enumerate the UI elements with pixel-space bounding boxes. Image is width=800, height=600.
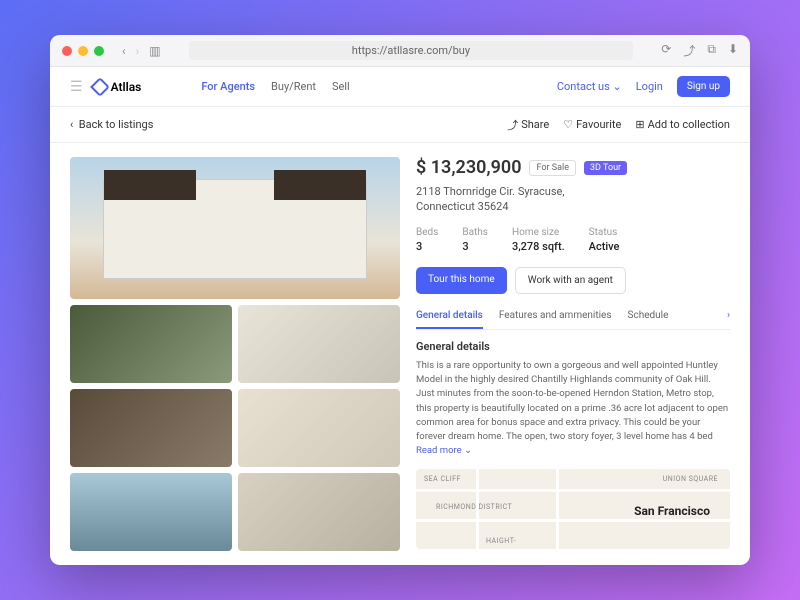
add-collection-button[interactable]: ⊞ Add to collection: [635, 117, 730, 133]
sub-bar: ‹ Back to listings ⤴ Share ♡ Favourite ⊞…: [50, 107, 750, 143]
favourite-button[interactable]: ♡ Favourite: [563, 117, 621, 133]
nav-for-agents[interactable]: For Agents: [201, 80, 255, 93]
listing-details: $ 13,230,900 For Sale 3D Tour 2118 Thorn…: [416, 157, 730, 551]
tab-features[interactable]: Features and ammenities: [499, 310, 612, 329]
map-neighborhood: RICHMOND DISTRICT: [436, 503, 512, 511]
stat-beds: Beds3: [416, 227, 438, 253]
thumbnail[interactable]: [70, 473, 232, 551]
thumbnail[interactable]: [238, 305, 400, 383]
map[interactable]: SEA CLIFF RICHMOND DISTRICT UNION SQUARE…: [416, 469, 730, 549]
address-line1: 2118 Thornridge Cir. Syracuse,: [416, 184, 730, 199]
traffic-lights: [62, 46, 104, 56]
price-row: $ 13,230,900 For Sale 3D Tour: [416, 157, 730, 178]
signup-button[interactable]: Sign up: [677, 76, 730, 97]
download-icon[interactable]: ⬇: [728, 42, 738, 59]
close-icon[interactable]: [62, 46, 72, 56]
map-neighborhood: HAIGHT-: [486, 537, 516, 545]
nav-buy-rent[interactable]: Buy/Rent: [271, 80, 316, 93]
detail-tabs: General details Features and ammenities …: [416, 310, 730, 330]
photo-gallery: [70, 157, 400, 551]
browser-window: ‹ › ▥ https://atllasre.com/buy ⟳ ⤴ ⧉ ⬇ ☰…: [50, 35, 750, 565]
logo[interactable]: Atllas: [93, 80, 142, 94]
stat-size: Home size3,278 sqft.: [512, 227, 565, 253]
sidebar-icon[interactable]: ▥: [149, 44, 160, 58]
thumbnail[interactable]: [238, 389, 400, 467]
maximize-icon[interactable]: [94, 46, 104, 56]
back-icon[interactable]: ‹: [122, 44, 126, 58]
toolbar-icons: ⟳ ⤴ ⧉ ⬇: [661, 42, 738, 59]
section-title: General details: [416, 340, 730, 353]
thumbnail[interactable]: [238, 473, 400, 551]
3d-tour-badge[interactable]: 3D Tour: [584, 161, 627, 175]
top-nav: ☰ Atllas For Agents Buy/Rent Sell Contac…: [50, 67, 750, 107]
description: This is a rare opportunity to own a gorg…: [416, 359, 730, 459]
stat-baths: Baths3: [462, 227, 488, 253]
work-with-agent-button[interactable]: Work with an agent: [515, 267, 626, 294]
nav-right: Contact us ⌄ Login Sign up: [557, 76, 730, 97]
nav-links: For Agents Buy/Rent Sell: [201, 80, 349, 93]
menu-icon[interactable]: ☰: [70, 79, 83, 95]
tour-home-button[interactable]: Tour this home: [416, 267, 507, 294]
for-sale-badge: For Sale: [529, 160, 576, 176]
price: $ 13,230,900: [416, 157, 521, 178]
stat-status: StatusActive: [589, 227, 620, 253]
address: 2118 Thornridge Cir. Syracuse, Connectic…: [416, 184, 730, 215]
forward-icon[interactable]: ›: [136, 44, 140, 58]
content: $ 13,230,900 For Sale 3D Tour 2118 Thorn…: [50, 143, 750, 565]
logo-icon: [90, 77, 110, 97]
chevron-down-icon: ⌄: [464, 445, 472, 456]
tab-schedule[interactable]: Schedule: [628, 310, 669, 329]
map-city-label: San Francisco: [634, 504, 710, 518]
cta-row: Tour this home Work with an agent: [416, 267, 730, 294]
map-neighborhood: UNION SQUARE: [663, 475, 718, 483]
tab-general[interactable]: General details: [416, 310, 483, 329]
plus-icon: ⊞: [635, 118, 644, 131]
subbar-actions: ⤴ Share ♡ Favourite ⊞ Add to collection: [507, 117, 730, 133]
address-line2: Connecticut 35624: [416, 199, 730, 214]
refresh-icon[interactable]: ⟳: [661, 42, 671, 59]
hero-photo[interactable]: [70, 157, 400, 299]
brand-name: Atllas: [111, 80, 142, 94]
thumbnail[interactable]: [70, 389, 232, 467]
thumbnails: [70, 305, 400, 551]
nav-buttons: ‹ › ▥: [122, 44, 161, 58]
nav-login[interactable]: Login: [636, 80, 663, 93]
thumbnail[interactable]: [70, 305, 232, 383]
read-more-link[interactable]: Read more: [416, 445, 462, 456]
share-icon: ⤴: [507, 117, 518, 133]
nav-contact[interactable]: Contact us ⌄: [557, 80, 622, 93]
minimize-icon[interactable]: [78, 46, 88, 56]
building-illustration: [103, 179, 367, 279]
back-to-listings[interactable]: ‹ Back to listings: [70, 118, 153, 131]
chevron-down-icon: ⌄: [613, 80, 622, 93]
heart-icon: ♡: [563, 118, 573, 131]
share-button[interactable]: ⤴ Share: [507, 117, 549, 133]
share-icon[interactable]: ⤴: [683, 42, 695, 59]
url-bar[interactable]: https://atllasre.com/buy: [189, 41, 634, 60]
tabs-icon[interactable]: ⧉: [707, 42, 716, 59]
stats-row: Beds3 Baths3 Home size3,278 sqft. Status…: [416, 227, 730, 253]
titlebar: ‹ › ▥ https://atllasre.com/buy ⟳ ⤴ ⧉ ⬇: [50, 35, 750, 67]
map-neighborhood: SEA CLIFF: [424, 475, 461, 483]
chevron-right-icon[interactable]: ›: [727, 310, 730, 329]
nav-sell[interactable]: Sell: [332, 80, 350, 93]
